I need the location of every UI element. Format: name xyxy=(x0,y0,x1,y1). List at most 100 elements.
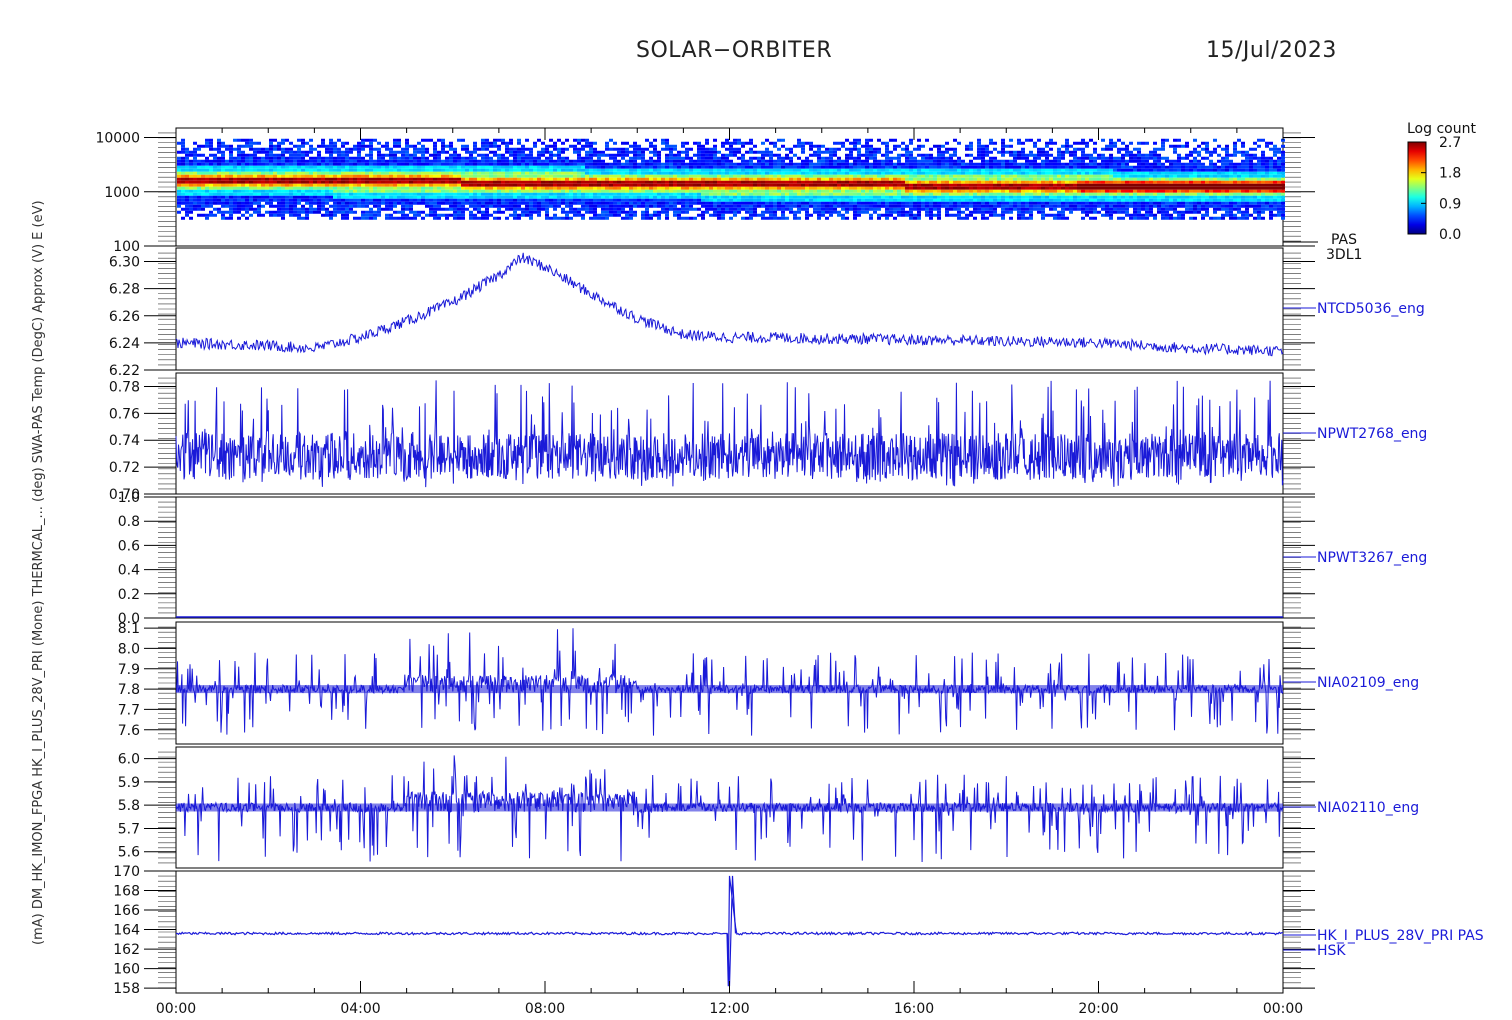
spectrogram-cell xyxy=(469,189,473,193)
spectrogram-cell xyxy=(673,180,677,184)
spectrogram-cell xyxy=(585,174,589,178)
spectrogram-cell xyxy=(817,168,821,172)
spectrogram-cell xyxy=(1009,192,1013,196)
spectrogram-cell xyxy=(837,213,841,217)
spectrogram-cell xyxy=(769,198,773,202)
spectrogram-cell xyxy=(393,201,397,205)
spectrogram-cell xyxy=(993,174,997,178)
spectrogram-cell xyxy=(601,195,605,199)
spectrogram-cell xyxy=(633,189,637,193)
spectrogram-cell xyxy=(1013,150,1017,154)
spectrogram-cell xyxy=(789,180,793,184)
spectrogram-cell xyxy=(997,183,1001,187)
spectrogram-cell xyxy=(521,180,525,184)
spectrogram-cell xyxy=(773,198,777,202)
spectrogram-cell xyxy=(189,201,193,205)
spectrogram-cell xyxy=(957,201,961,205)
spectrogram-cell xyxy=(605,165,609,169)
spectrogram-cell xyxy=(781,162,785,166)
spectrogram-cell xyxy=(461,204,465,208)
spectrogram-cell xyxy=(653,168,657,172)
spectrogram-cell xyxy=(633,165,637,169)
spectrogram-cell xyxy=(1009,210,1013,214)
spectrogram-cell xyxy=(365,192,369,196)
spectrogram-cell xyxy=(581,186,585,190)
spectrogram-cell xyxy=(293,195,297,199)
spectrogram-cell xyxy=(389,162,393,166)
spectrogram-cell xyxy=(797,216,801,220)
spectrogram-cell xyxy=(709,183,713,187)
spectrogram-cell xyxy=(673,189,677,193)
spectrogram-cell xyxy=(853,162,857,166)
spectrogram-cell xyxy=(273,189,277,193)
spectrogram-cell xyxy=(361,174,365,178)
spectrogram-cell xyxy=(981,147,985,151)
spectrogram-cell xyxy=(669,147,673,151)
spectrogram-cell xyxy=(389,159,393,163)
spectrogram-cell xyxy=(225,168,229,172)
spectrogram-cell xyxy=(277,204,281,208)
spectrogram-cell xyxy=(789,171,793,175)
spectrogram-cell xyxy=(369,216,373,220)
spectrogram-cell xyxy=(349,204,353,208)
spectrogram-cell xyxy=(741,198,745,202)
spectrogram-cell xyxy=(661,162,665,166)
spectrogram-cell xyxy=(329,180,333,184)
spectrogram-cell xyxy=(893,183,897,187)
spectrogram-cell xyxy=(221,198,225,202)
spectrogram-cell xyxy=(421,174,425,178)
spectrogram-cell xyxy=(293,210,297,214)
spectrogram-cell xyxy=(685,156,689,160)
spectrogram-cell xyxy=(453,201,457,205)
spectrogram-cell xyxy=(397,183,401,187)
spectrogram-cell xyxy=(245,192,249,196)
spectrogram-cell xyxy=(209,198,213,202)
spectrogram-cell xyxy=(957,195,961,199)
spectrogram-cell xyxy=(273,186,277,190)
spectrogram-cell xyxy=(781,189,785,193)
spectrogram-cell xyxy=(701,204,705,208)
spectrogram-cell xyxy=(781,186,785,190)
spectrogram-cell xyxy=(441,189,445,193)
spectrogram-cell xyxy=(421,159,425,163)
spectrogram-cell xyxy=(349,150,353,154)
spectrogram-cell xyxy=(605,183,609,187)
spectrogram-cell xyxy=(729,150,733,154)
spectrogram-cell xyxy=(501,165,505,169)
spectrogram-cell xyxy=(857,204,861,208)
spectrogram-cell xyxy=(569,165,573,169)
spectrogram-cell xyxy=(357,147,361,151)
spectrogram-cell xyxy=(617,147,621,151)
spectrogram-cell xyxy=(405,159,409,163)
spectrogram-cell xyxy=(237,216,241,220)
spectrogram-cell xyxy=(865,165,869,169)
spectrogram-cell xyxy=(881,141,885,145)
spectrogram-cell xyxy=(205,156,209,160)
spectrogram-cell xyxy=(353,171,357,175)
spectrogram-cell xyxy=(493,192,497,196)
spectrogram-cell xyxy=(1021,174,1025,178)
spectrogram-cell xyxy=(325,147,329,151)
spectrogram-cell xyxy=(289,201,293,205)
spectrogram-cell xyxy=(209,192,213,196)
spectrogram-cell xyxy=(285,186,289,190)
spectrogram-cell xyxy=(709,171,713,175)
spectrogram-cell xyxy=(633,156,637,160)
spectrogram-cell xyxy=(585,201,589,205)
spectrogram-cell xyxy=(213,156,217,160)
spectrogram-cell xyxy=(389,192,393,196)
spectrogram-cell xyxy=(293,183,297,187)
spectrogram-cell xyxy=(521,168,525,172)
spectrogram-cell xyxy=(829,147,833,151)
spectrogram-cell xyxy=(937,168,941,172)
spectrogram-cell xyxy=(929,204,933,208)
spectrogram-cell xyxy=(1013,201,1017,205)
spectrogram-cell xyxy=(433,159,437,163)
spectrogram-cell xyxy=(909,156,913,160)
spectrogram-cell xyxy=(377,171,381,175)
spectrogram-cell xyxy=(545,195,549,199)
spectrogram-cell xyxy=(177,156,181,160)
spectrogram-cell xyxy=(353,210,357,214)
spectrogram-cell xyxy=(469,201,473,205)
spectrogram-cell xyxy=(269,141,273,145)
